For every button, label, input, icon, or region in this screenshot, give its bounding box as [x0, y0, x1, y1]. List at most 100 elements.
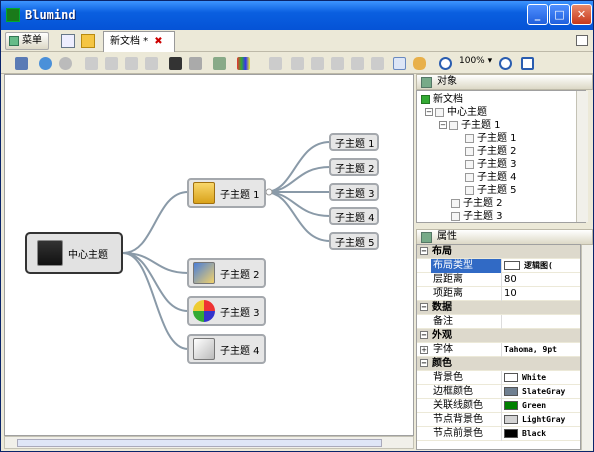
find-icon[interactable]: [169, 57, 182, 70]
tree-item[interactable]: − 子主题 1: [439, 119, 501, 132]
tree-item[interactable]: 子主题 1: [465, 132, 517, 145]
tree-item[interactable]: 新文档: [421, 93, 463, 106]
delete-icon[interactable]: [145, 57, 158, 70]
category-layout[interactable]: − 布局: [417, 245, 580, 259]
property-row[interactable]: + 字体 Tahoma, 9pt: [417, 343, 580, 357]
redo-icon[interactable]: [59, 57, 72, 70]
central-topic-node[interactable]: 中心主题: [25, 232, 123, 274]
minimize-button[interactable]: _: [527, 4, 548, 25]
objects-panel-header[interactable]: 对象: [416, 74, 593, 90]
property-row[interactable]: 边框颜色 SlateGray: [417, 385, 580, 399]
property-row[interactable]: 节点前景色 Black: [417, 427, 580, 441]
note-value[interactable]: [501, 315, 580, 329]
tree-item[interactable]: 子主题 5: [465, 184, 517, 197]
collapse-handle-icon[interactable]: [265, 188, 273, 196]
tree-item[interactable]: 子主题 2: [465, 145, 517, 158]
tab-document[interactable]: 新文档 * ✖: [103, 31, 175, 52]
maximize-button[interactable]: □: [549, 4, 570, 25]
hand-pan-icon[interactable]: [413, 57, 426, 70]
subtopic-node-2[interactable]: 子主题 2: [329, 158, 379, 176]
node-icon: [451, 211, 460, 221]
property-row[interactable]: 项距离 10: [417, 287, 580, 301]
chart-icon: [37, 240, 63, 266]
progress-icon[interactable]: [371, 57, 384, 70]
main-menu-button[interactable]: 菜单: [5, 32, 49, 50]
add-topic-icon[interactable]: [269, 57, 282, 70]
node-icon: [449, 120, 458, 130]
pie-chart-icon: [193, 300, 215, 322]
collapse-icon[interactable]: −: [420, 247, 428, 255]
collapse-icon[interactable]: −: [420, 303, 428, 311]
zoom-out-icon[interactable]: [439, 57, 452, 70]
replace-icon[interactable]: [189, 57, 202, 70]
tree-item[interactable]: − 中心主题: [425, 106, 487, 119]
property-row[interactable]: 备注: [417, 315, 580, 329]
open-folder-icon[interactable]: [81, 34, 95, 48]
tree-item[interactable]: 子主题 2: [451, 197, 503, 210]
topic-node-3[interactable]: 子主题 3: [187, 296, 266, 326]
theme-colors-icon[interactable]: [237, 57, 250, 70]
node-icon: [465, 185, 474, 195]
select-pointer-icon[interactable]: [393, 57, 406, 70]
topic-label-4: 子主题 4: [220, 345, 260, 357]
scrollbar-thumb[interactable]: [17, 439, 382, 447]
mind-map-canvas[interactable]: 中心主题 子主题 1 子主题 2 子主题 3 子主题 4 子主题 1 子主题 2…: [4, 74, 414, 436]
comment-icon[interactable]: [351, 57, 364, 70]
expand-icon[interactable]: +: [420, 346, 428, 354]
fit-window-icon[interactable]: [521, 57, 534, 70]
zoom-in-icon[interactable]: [499, 57, 512, 70]
category-appearance[interactable]: − 外观: [417, 329, 580, 343]
property-row[interactable]: 节点背景色 LightGray: [417, 413, 580, 427]
undo-icon[interactable]: [39, 57, 52, 70]
collapse-icon[interactable]: −: [420, 331, 428, 339]
sms-icon: [193, 262, 215, 284]
zoom-value: 100%: [459, 56, 485, 66]
window-title: Blumind: [25, 8, 76, 22]
node-icon: [465, 133, 474, 143]
new-document-icon[interactable]: [61, 34, 75, 48]
subtopic-node-1[interactable]: 子主题 1: [329, 133, 379, 151]
color-swatch: [504, 386, 518, 396]
property-row[interactable]: 关联线颜色 Green: [417, 399, 580, 413]
layout-type-value[interactable]: 逻辑图(: [501, 259, 580, 273]
link-icon[interactable]: [311, 57, 324, 70]
copy-icon[interactable]: [105, 57, 118, 70]
tab-close-icon[interactable]: ✖: [154, 36, 162, 47]
panel-toggle-icon[interactable]: [576, 35, 588, 46]
property-grid[interactable]: − 布局 布局类型 逻辑图( 层距离 80 项距离 10 − 数据 备注 − 外观 + 字体 T…: [416, 244, 581, 450]
topic-node-4[interactable]: 子主题 4: [187, 334, 266, 364]
collapse-icon[interactable]: −: [425, 108, 433, 116]
topic-node-1[interactable]: 子主题 1: [187, 178, 266, 208]
save-icon[interactable]: [15, 57, 28, 70]
horizontal-scrollbar[interactable]: [4, 436, 414, 449]
topic-node-2[interactable]: 子主题 2: [187, 258, 266, 288]
tree-item[interactable]: 子主题 3: [451, 210, 503, 222]
property-row[interactable]: 布局类型 逻辑图(: [417, 259, 580, 273]
subtopic-node-5[interactable]: 子主题 5: [329, 232, 379, 250]
tree-item[interactable]: 子主题 3: [465, 158, 517, 171]
central-topic-label: 中心主题: [68, 249, 108, 261]
add-subtopic-icon[interactable]: [291, 57, 304, 70]
property-row[interactable]: 层距离 80: [417, 273, 580, 287]
property-row[interactable]: 背景色 White: [417, 371, 580, 385]
format-brush-icon[interactable]: [213, 57, 226, 70]
object-tree[interactable]: 新文档 − 中心主题 − 子主题 1 子主题 1 子主题 2 子主题 3 子主题 4…: [416, 90, 586, 223]
category-colors[interactable]: − 颜色: [417, 357, 580, 371]
collapse-icon[interactable]: −: [439, 121, 447, 129]
cut-icon[interactable]: [85, 57, 98, 70]
subtopic-node-3[interactable]: 子主题 3: [329, 183, 379, 201]
close-button[interactable]: ✕: [571, 4, 592, 25]
category-data[interactable]: − 数据: [417, 301, 580, 315]
tree-scrollbar[interactable]: [576, 91, 588, 222]
tree-item[interactable]: 子主题 4: [465, 171, 517, 184]
properties-scrollbar[interactable]: [581, 245, 593, 450]
properties-panel-header[interactable]: 属性: [416, 229, 593, 245]
collapse-icon[interactable]: −: [420, 359, 428, 367]
color-swatch: [504, 414, 518, 424]
zoom-select[interactable]: 100% ▾: [459, 56, 492, 66]
note-icon[interactable]: [331, 57, 344, 70]
topic-label-2: 子主题 2: [220, 269, 260, 281]
subtopic-node-4[interactable]: 子主题 4: [329, 207, 379, 225]
paste-icon[interactable]: [125, 57, 138, 70]
title-bar[interactable]: Blumind _ □ ✕: [1, 1, 593, 30]
